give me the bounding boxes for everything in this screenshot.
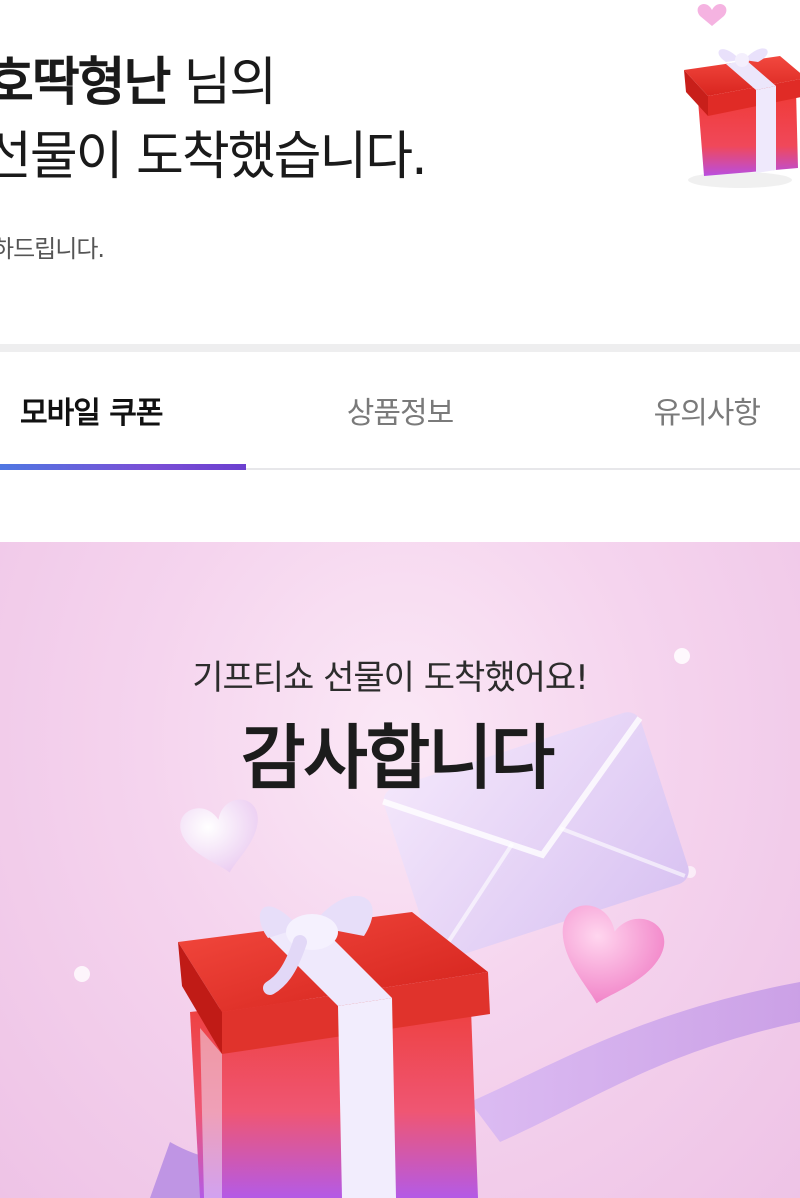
tab-precautions[interactable]: 유의사항 xyxy=(600,352,800,468)
card-subtitle: 기프티쇼 선물이 도착했어요! xyxy=(192,658,589,698)
page-title-line1: 호딱형난 님의 xyxy=(0,50,277,116)
coupon-card-image: 기프티쇼 선물이 도착했어요! 감사합니다 xyxy=(0,542,800,1198)
card-title: 감사합니다 xyxy=(241,717,555,799)
gift-box-icon xyxy=(684,3,800,188)
gift-header: 호딱형난 님의 선물이 도착했습니다. 하드립니다. xyxy=(0,0,800,344)
page-title-line2: 선물이 도착했습니다. xyxy=(0,127,428,187)
title-suffix: 님의 xyxy=(183,53,277,113)
page-subtitle: 하드립니다. xyxy=(0,235,105,263)
tab-product-info[interactable]: 상품정보 xyxy=(260,352,540,468)
active-tab-indicator xyxy=(0,464,246,470)
sender-name: 호딱형난 xyxy=(0,53,171,113)
gift-illustration xyxy=(74,648,800,1198)
tab-bar: 모바일 쿠폰 상품정보 유의사항 xyxy=(0,352,800,470)
section-divider xyxy=(0,344,800,352)
gift-message-page: 호딱형난 님의 선물이 도착했습니다. 하드립니다. 모바일 쿠폰 상품정보 유… xyxy=(0,0,800,1198)
tab-mobile-coupon[interactable]: 모바일 쿠폰 xyxy=(0,352,246,468)
